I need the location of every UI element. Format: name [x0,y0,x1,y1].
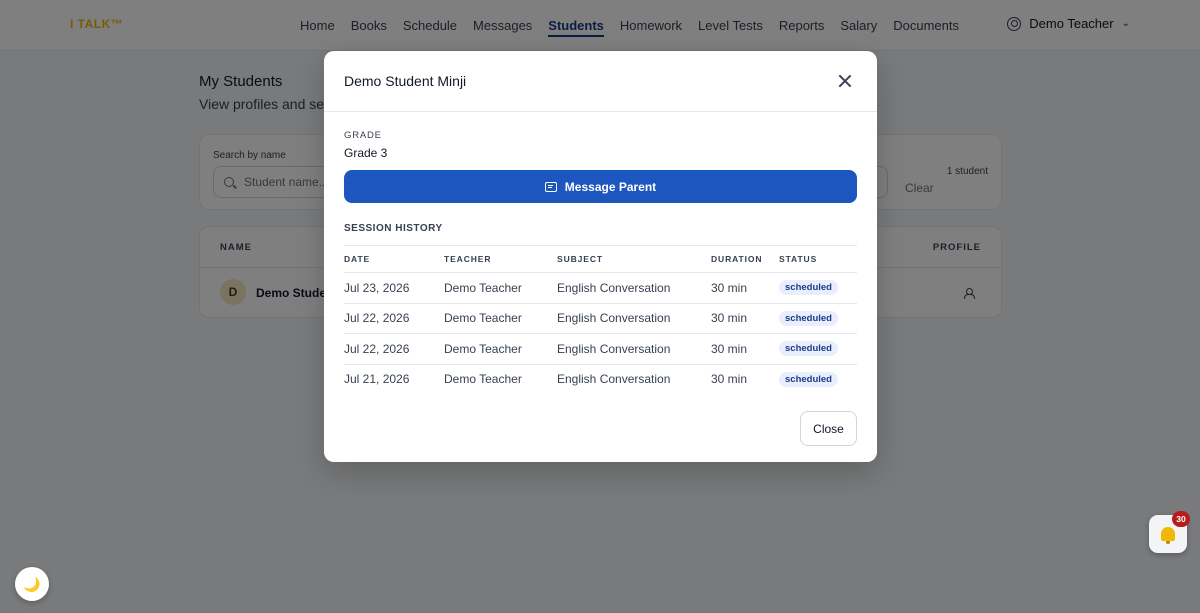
status-badge: scheduled [779,310,838,326]
session-date: Jul 23, 2026 [344,280,410,295]
session-history-title: SESSION HISTORY [344,223,443,234]
grade-value: Grade 3 [344,146,388,160]
notification-count-badge: 30 [1172,511,1190,527]
table-row: Jul 21, 2026 Demo Teacher English Conver… [344,363,857,395]
session-date: Jul 22, 2026 [344,311,410,326]
session-duration: 30 min [711,311,748,326]
session-subject: English Conversation [557,311,671,326]
column-header-date: DATE [344,254,371,264]
table-row: Jul 23, 2026 Demo Teacher English Conver… [344,272,857,303]
student-modal: Demo Student Minji GRADE Grade 3 Message… [324,51,877,462]
divider [324,111,877,112]
status-cell: scheduled [779,304,838,334]
session-history-table: DATE TEACHER SUBJECT DURATION STATUS Jul… [344,245,857,394]
close-button[interactable]: Close [800,411,857,446]
moon-icon: 🌙 [23,575,41,592]
status-badge: scheduled [779,371,838,387]
close-icon[interactable] [837,73,853,89]
session-teacher: Demo Teacher [444,341,522,356]
session-teacher: Demo Teacher [444,372,522,387]
grade-label: GRADE [344,130,382,141]
message-parent-label: Message Parent [564,179,657,194]
session-subject: English Conversation [557,372,671,387]
session-date: Jul 22, 2026 [344,341,410,356]
column-header-teacher: TEACHER [444,254,492,264]
session-teacher: Demo Teacher [444,311,522,326]
table-row: Jul 22, 2026 Demo Teacher English Conver… [344,302,857,334]
column-header-status: STATUS [779,254,818,264]
column-header-duration: DURATION [711,254,763,264]
column-header-subject: SUBJECT [557,254,603,264]
status-badge: scheduled [779,280,838,296]
session-subject: English Conversation [557,341,671,356]
message-parent-button[interactable]: Message Parent [344,170,857,203]
dark-mode-toggle[interactable]: 🌙 [15,567,49,601]
table-header-row: DATE TEACHER SUBJECT DURATION STATUS [344,245,857,272]
session-subject: English Conversation [557,280,671,295]
status-cell: scheduled [779,334,838,364]
session-date: Jul 21, 2026 [344,372,410,387]
session-duration: 30 min [711,341,748,356]
modal-title: Demo Student Minji [344,73,467,89]
table-row: Jul 22, 2026 Demo Teacher English Conver… [344,333,857,364]
session-duration: 30 min [711,372,748,387]
status-cell: scheduled [779,273,838,303]
session-duration: 30 min [711,280,748,295]
session-teacher: Demo Teacher [444,280,522,295]
status-cell: scheduled [779,365,838,395]
message-icon [544,181,557,192]
status-badge: scheduled [779,341,838,357]
bell-icon [1161,527,1175,544]
